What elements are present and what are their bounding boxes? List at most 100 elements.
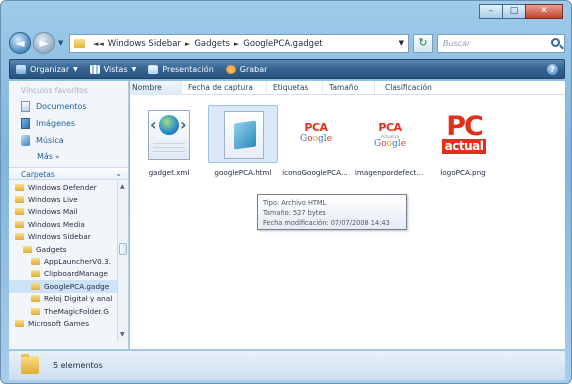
folder-icon [74, 39, 85, 48]
column-header-size[interactable]: Tamaño [323, 81, 375, 95]
burn-icon [225, 64, 236, 74]
tree-item-label: Windows Mail [28, 207, 78, 217]
pc-text: PC [446, 111, 484, 142]
refresh-button[interactable]: ↻ [413, 34, 433, 53]
sidebar-item-pictures[interactable]: Imágenes [21, 118, 75, 129]
breadcrumb-windows-sidebar[interactable]: Windows Sidebar [108, 39, 181, 49]
documents-icon [21, 101, 30, 112]
search-placeholder: Buscar [443, 39, 471, 48]
file-item-iconogooglepca[interactable]: PCA Google iconoGooglePCA... [280, 105, 350, 185]
folder-icon [31, 282, 40, 290]
tree-item-clipboardmanager[interactable]: ClipboardManage [9, 268, 117, 280]
folder-icon [21, 354, 39, 374]
tree-item-label: Windows Sidebar [28, 232, 91, 242]
file-item-logopca-png[interactable]: PC actual logoPCA.png [428, 105, 498, 185]
tree-item-label: ClipboardManage [44, 269, 108, 279]
column-header-tags[interactable]: Etiquetas [267, 81, 323, 95]
tree-item-gadgets[interactable]: Gadgets [9, 243, 117, 255]
navigation-pane: Vínculos favoritos Documentos Imágenes M… [9, 81, 129, 349]
views-button[interactable]: Vistas ▼ [89, 64, 137, 74]
folder-icon [15, 183, 24, 191]
tree-item-windows-media[interactable]: Windows Media [9, 218, 117, 230]
tree-item-windows-live[interactable]: Windows Live [9, 193, 117, 205]
chevron-down-icon: ▼ [73, 65, 78, 73]
organize-button[interactable]: Organizar ▼ [16, 64, 78, 74]
tree-scrollbar[interactable]: ▲ ▼ [117, 181, 128, 341]
tree-item-applauncher[interactable]: AppLauncherV0.3. [9, 255, 117, 267]
scroll-down-icon[interactable]: ▼ [120, 331, 125, 338]
file-thumbnail [208, 105, 278, 163]
tree-item-label: Windows Live [28, 195, 78, 205]
file-name: logoPCA.png [440, 168, 486, 177]
search-input[interactable]: Buscar [437, 34, 565, 53]
folder-icon [15, 196, 24, 204]
address-dropdown-icon[interactable]: ▼ [399, 39, 404, 47]
file-thumbnail: ‹ › [134, 105, 204, 163]
tree-item-label: Windows Defender [28, 182, 97, 192]
forward-button[interactable]: ► [33, 32, 55, 54]
help-icon[interactable]: ? [547, 64, 558, 75]
xml-file-icon: ‹ › [148, 110, 190, 160]
search-icon[interactable] [551, 38, 560, 47]
views-icon [89, 64, 100, 74]
maximize-button[interactable]: □ [502, 4, 526, 19]
column-header-rating[interactable]: Clasificación [375, 81, 455, 95]
breadcrumb-gadgets[interactable]: Gadgets [194, 39, 230, 49]
folder-icon [23, 245, 32, 253]
breadcrumb-googlepca-gadget[interactable]: GooglePCA.gadget [243, 39, 322, 49]
address-bar[interactable]: ◄◄ Windows Sidebar ► Gadgets ► GooglePCA… [69, 34, 409, 53]
chevron-right-icon[interactable]: ◄◄ [93, 40, 104, 48]
sidebar-item-music[interactable]: Música [21, 135, 64, 146]
chevron-right-icon[interactable]: ► [185, 40, 190, 48]
scroll-thumb[interactable] [119, 243, 127, 255]
text-lines-icon [153, 143, 185, 155]
column-header-date[interactable]: Fecha de captura [182, 81, 267, 95]
burn-button[interactable]: Grabar [225, 64, 268, 74]
explorer-window: – □ ✕ ◄ ► ▼ ◄◄ Windows Sidebar ► Gadgets… [0, 0, 572, 384]
organize-icon [16, 64, 26, 74]
file-item-gadget-xml[interactable]: ‹ › gadget.xml [134, 105, 204, 185]
tree-item-themagicfolder[interactable]: TheMagicFolder.G [9, 305, 117, 317]
favorites-title: Vínculos favoritos [21, 86, 88, 95]
bracket-left-icon: ‹ [150, 115, 157, 134]
globe-icon [159, 115, 179, 135]
tree-item-googlepca[interactable]: GooglePCA.gadge [9, 280, 117, 293]
folder-icon [31, 295, 40, 303]
tree-item-windows-defender[interactable]: Windows Defender [9, 181, 117, 193]
burn-label: Grabar [239, 64, 268, 74]
close-button[interactable]: ✕ [525, 4, 563, 19]
folders-header[interactable]: Carpetas ⌄ [9, 167, 128, 180]
tree-item-label: Microsoft Games [28, 318, 90, 328]
tree-item-windows-mail[interactable]: Windows Mail [9, 206, 117, 218]
more-links[interactable]: Más» [37, 152, 59, 161]
tree-item-label: Gadgets [36, 244, 67, 254]
tree-item-windows-sidebar[interactable]: Windows Sidebar [9, 231, 117, 243]
double-chevron-icon: » [54, 153, 60, 161]
back-button[interactable]: ◄ [9, 32, 31, 54]
file-name: gadget.xml [148, 168, 190, 177]
recent-pages-chevron-icon[interactable]: ▼ [58, 39, 63, 47]
minimize-button[interactable]: – [479, 4, 503, 19]
chevron-right-icon[interactable]: ► [234, 40, 239, 48]
details-pane: 5 elementos [9, 350, 565, 380]
page-icon [234, 120, 256, 150]
column-headers: Nombre Fecha de captura Etiquetas Tamaño… [130, 81, 565, 95]
folder-icon [15, 208, 24, 216]
file-grid: ‹ › gadget.xml googlePCA.html PCA Google… [130, 105, 565, 185]
slideshow-button[interactable]: Presentación [148, 64, 214, 74]
file-name: imagenpordefect... [354, 168, 424, 177]
folder-tree: Windows Defender Windows Live Windows Ma… [9, 181, 117, 330]
pca-text: PCA [304, 121, 328, 134]
chevron-down-icon: ▼ [131, 65, 137, 73]
sidebar-item-documents[interactable]: Documentos [21, 101, 87, 112]
file-item-googlepca-html[interactable]: googlePCA.html [208, 105, 278, 185]
file-item-imagenpordefecto[interactable]: PCA Actualiza Google imagenpordefect... [354, 105, 424, 185]
tree-item-reloj-digital[interactable]: Reloj Digital y anal [9, 293, 117, 305]
google-text: Google [373, 139, 407, 149]
scroll-up-icon[interactable]: ▲ [120, 183, 125, 190]
folder-icon [15, 220, 24, 228]
column-header-name[interactable]: Nombre [130, 81, 182, 95]
chevron-down-icon[interactable]: ⌄ [115, 169, 122, 178]
tree-item-microsoft-games[interactable]: Microsoft Games [9, 317, 117, 329]
actual-text: actual [441, 139, 487, 154]
